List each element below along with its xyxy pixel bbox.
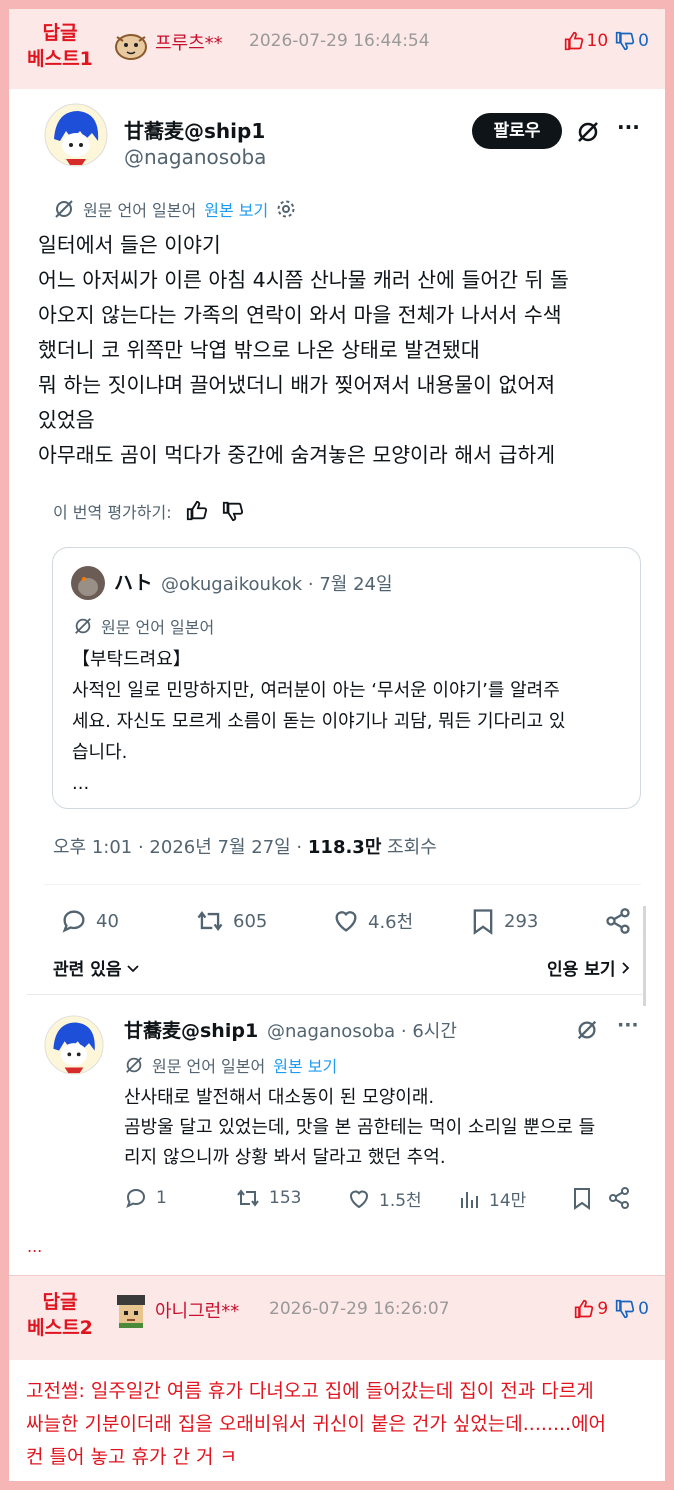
thumb-up-icon[interactable] <box>564 31 584 51</box>
like-count: 1.5천 <box>379 1191 422 1211</box>
divider <box>44 884 641 885</box>
view-count: 118.3만 <box>307 837 382 858</box>
view-quotes-link[interactable]: 인용 보기 <box>547 955 633 980</box>
best-badge: 답글 베스트1 <box>27 22 93 70</box>
comment-ellipsis: ... <box>27 1237 43 1256</box>
divider <box>27 994 642 995</box>
bookmark-count: 293 <box>504 910 539 932</box>
tweet-meta: 오후 1:01 · 2026년 7월 27일 · 118.3만 조회수 <box>53 837 437 858</box>
reply-action[interactable]: 1 <box>124 1186 167 1210</box>
bar-chart-icon <box>459 1187 481 1211</box>
vote-box: 10 0 <box>564 31 649 51</box>
page-frame: 답글 베스트1 프루츠** 2026-07-29 16:44:54 10 0 甘… <box>0 0 674 1490</box>
quoted-tweet[interactable]: ハト @okugaikoukok · 7월 24일 원문 언어 일본어 【부탁드… <box>52 547 641 809</box>
reply-handle-time: @naganosoba · 6시간 <box>267 1021 457 1042</box>
translate-icon <box>124 1055 144 1075</box>
retweet-icon <box>195 907 225 935</box>
settings-gear-icon[interactable] <box>276 199 296 219</box>
more-options-button[interactable]: ··· <box>617 1014 639 1036</box>
related-dropdown[interactable]: 관련 있음 <box>53 955 141 980</box>
views-count: 14만 <box>489 1191 527 1211</box>
quote-handle-date: @okugaikoukok · 7월 24일 <box>161 574 393 595</box>
reply-nickname[interactable]: 아니그런** <box>155 1297 239 1323</box>
user-avatar-icon <box>111 27 151 63</box>
downvote-count: 0 <box>638 31 649 51</box>
tweet-card: 甘蕎麦@ship1 @naganosoba 팔로우 ··· 원문 언어 일본어 … <box>27 91 646 1226</box>
view-original-link[interactable]: 원본 보기 <box>273 1053 337 1077</box>
reply-author-name[interactable]: 甘蕎麦@ship1 <box>124 1016 258 1043</box>
upvote-count: 9 <box>597 1299 609 1319</box>
bookmark-icon <box>470 907 496 935</box>
content-area: 답글 베스트1 프루츠** 2026-07-29 16:44:54 10 0 甘… <box>9 9 665 1481</box>
lang-note: 원문 언어 일본어 <box>83 201 197 220</box>
heart-icon <box>332 907 360 935</box>
upvote-count: 10 <box>586 31 609 51</box>
user-avatar-icon <box>113 1293 149 1329</box>
best-badge: 답글 베스트2 <box>27 1291 93 1339</box>
chevron-right-icon <box>619 960 633 976</box>
bookmark-icon[interactable] <box>571 1186 593 1210</box>
reply-count: 40 <box>96 910 119 932</box>
reply-icon <box>60 907 88 935</box>
thumb-down-icon[interactable] <box>615 1299 635 1319</box>
quote-body: 【부탁드려요】 사적인 일로 민망하지만, 여러분이 아는 ‘무서운 이야기’를… <box>72 649 566 794</box>
rate-translation: 이 번역 평가하기: <box>53 499 244 523</box>
retweet-count: 605 <box>233 910 268 932</box>
reply-action[interactable]: 40 <box>60 907 119 935</box>
reply-comment-body: 고전썰: 일주일간 여름 휴가 다녀오고 집에 들어갔는데 집이 전과 다르게 … <box>26 1380 607 1468</box>
share-icon[interactable] <box>607 1186 631 1210</box>
avatar[interactable] <box>44 103 108 167</box>
bookmark-action[interactable]: 293 <box>470 907 538 935</box>
thread-reply: 甘蕎麦@ship1 @naganosoba · 6시간 ··· 원문 언어 일본… <box>27 1006 642 1231</box>
reply-date: 2026-07-29 16:44:54 <box>249 31 430 51</box>
avatar[interactable] <box>44 1015 104 1075</box>
like-count: 4.6천 <box>368 912 414 933</box>
follow-button[interactable]: 팔로우 <box>472 113 562 149</box>
retweet-action[interactable]: 153 <box>235 1186 301 1210</box>
more-options-button[interactable]: ··· <box>617 115 640 139</box>
reply-nickname[interactable]: 프루츠** <box>155 29 223 55</box>
author-name[interactable]: 甘蕎麦@ship1 <box>124 115 265 144</box>
reply-icon <box>124 1186 148 1210</box>
views-action[interactable]: 14만 <box>459 1186 526 1211</box>
thumbs-down-icon[interactable] <box>222 500 244 522</box>
translation-note: 원문 언어 일본어 원본 보기 <box>53 197 296 221</box>
retweet-count: 153 <box>269 1188 302 1208</box>
quote-avatar[interactable] <box>70 565 106 601</box>
downvote-count: 0 <box>638 1299 649 1319</box>
chevron-down-icon <box>125 960 141 976</box>
author-handle[interactable]: @naganosoba <box>124 145 266 169</box>
like-action[interactable]: 1.5천 <box>347 1186 422 1211</box>
share-icon[interactable] <box>604 907 632 935</box>
reply-date: 2026-07-29 16:26:07 <box>269 1299 450 1319</box>
grok-icon[interactable] <box>575 1018 599 1042</box>
reply-count: 1 <box>156 1188 167 1208</box>
heart-icon <box>347 1187 371 1211</box>
retweet-icon <box>235 1186 261 1210</box>
scrollbar[interactable] <box>643 906 646 1006</box>
retweet-action[interactable]: 605 <box>195 907 267 935</box>
translate-icon <box>53 198 75 220</box>
reply-best2-header: 답글 베스트2 아니그런** 2026-07-29 16:26:07 9 0 <box>9 1275 665 1360</box>
thumbs-up-icon[interactable] <box>186 500 208 522</box>
quote-translation-note: 원문 언어 일본어 <box>73 614 214 638</box>
reply-best1-header: 답글 베스트1 프루츠** 2026-07-29 16:44:54 10 0 <box>9 9 665 89</box>
vote-box: 9 0 <box>574 1299 649 1319</box>
thumb-down-icon[interactable] <box>615 31 635 51</box>
translation-note: 원문 언어 일본어 원본 보기 <box>124 1053 337 1077</box>
tweet-actions: 40 605 4.6천 293 <box>27 901 642 941</box>
tweet-timestamp[interactable]: 오후 1:01 · 2026년 7월 27일 · <box>53 837 308 858</box>
grok-icon[interactable] <box>575 119 601 145</box>
like-action[interactable]: 4.6천 <box>332 907 413 935</box>
view-original-link[interactable]: 원본 보기 <box>204 197 268 221</box>
reply-actions: 1 153 1.5천 14만 <box>27 1186 642 1216</box>
translate-icon <box>73 616 93 636</box>
thumb-up-icon[interactable] <box>574 1299 594 1319</box>
reply-body: 산사태로 발전해서 대소동이 된 모양이래. 곰방울 달고 있었는데, 맛을 본… <box>124 1087 596 1168</box>
tweet-body: 일터에서 들은 이야기 어느 아저씨가 이른 아침 4시쯤 산나물 캐러 산에 … <box>38 233 569 467</box>
quote-author-name[interactable]: ハト <box>114 568 153 595</box>
